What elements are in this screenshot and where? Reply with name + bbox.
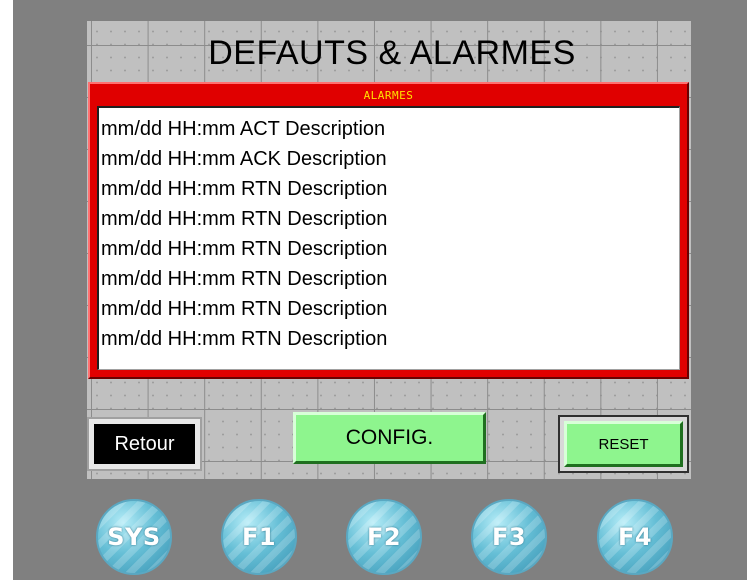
f2-key-label: F2: [366, 523, 402, 551]
f2-key[interactable]: F2: [346, 499, 422, 575]
alarm-row[interactable]: mm/dd HH:mm ACK Description: [99, 144, 679, 174]
alarm-list[interactable]: mm/dd HH:mm ACT Description mm/dd HH:mm …: [97, 106, 680, 370]
f3-key[interactable]: F3: [471, 499, 547, 575]
f1-key-label: F1: [241, 523, 277, 551]
sys-key-label: SYS: [107, 523, 161, 551]
alarm-row[interactable]: mm/dd HH:mm RTN Description: [99, 264, 679, 294]
reset-button[interactable]: RESET: [564, 421, 683, 467]
retour-button-label: Retour: [94, 424, 195, 464]
config-button[interactable]: CONFIG.: [293, 412, 486, 464]
f1-key[interactable]: F1: [221, 499, 297, 575]
alarm-row[interactable]: mm/dd HH:mm RTN Description: [99, 294, 679, 324]
alarm-row[interactable]: mm/dd HH:mm ACT Description: [99, 114, 679, 144]
alarm-panel-header: ALARMES: [363, 89, 414, 102]
reset-button-frame: RESET: [558, 415, 689, 473]
f3-key-label: F3: [491, 523, 527, 551]
hmi-screen: DEFAUTS & ALARMES ALARMES mm/dd HH:mm AC…: [87, 21, 691, 479]
f4-key[interactable]: F4: [597, 499, 673, 575]
retour-button[interactable]: Retour: [87, 417, 202, 471]
alarm-panel: ALARMES mm/dd HH:mm ACT Description mm/d…: [88, 82, 689, 379]
alarm-row[interactable]: mm/dd HH:mm RTN Description: [99, 234, 679, 264]
sys-key[interactable]: SYS: [96, 499, 172, 575]
alarm-row[interactable]: mm/dd HH:mm RTN Description: [99, 204, 679, 234]
alarm-row[interactable]: mm/dd HH:mm RTN Description: [99, 174, 679, 204]
page-title: DEFAUTS & ALARMES: [208, 34, 576, 72]
f4-key-label: F4: [617, 523, 653, 551]
alarm-row[interactable]: mm/dd HH:mm RTN Description: [99, 324, 679, 354]
